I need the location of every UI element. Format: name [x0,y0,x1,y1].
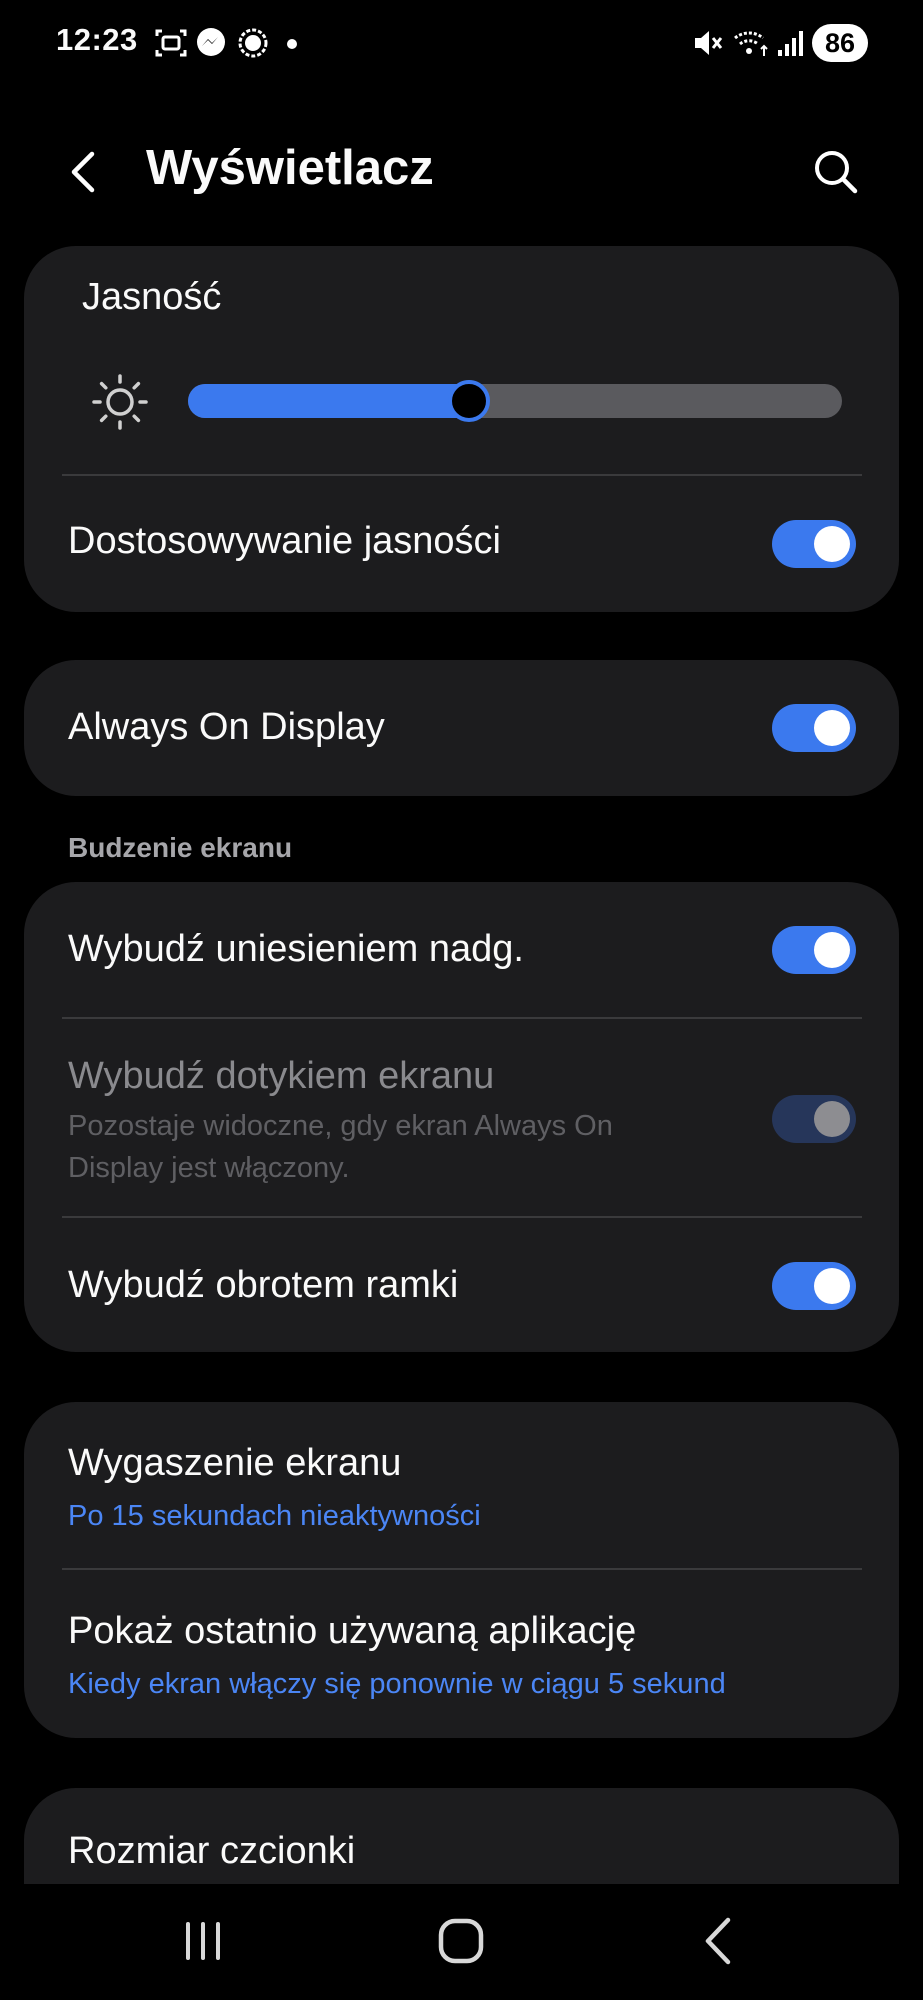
sun-icon [92,374,148,430]
wifi-icon [734,31,768,56]
screen-timeout-value: Po 15 sekundach nieaktywności [68,1500,481,1532]
screen-timeout-row[interactable]: Wygaszenie ekranu Po 15 sekundach nieakt… [24,1402,899,1568]
aod-row[interactable]: Always On Display [24,660,899,796]
bezel-wake-toggle[interactable] [772,1262,856,1310]
wake-card: Wybudź uniesieniem nadg. Wybudź dotykiem… [24,882,899,1352]
bezel-wake-row[interactable]: Wybudź obrotem ramki [24,1218,899,1352]
app-bar: Wyświetlacz [0,120,923,220]
toggle-knob [814,1268,850,1304]
brightness-slider-thumb[interactable] [448,380,490,422]
back-arrow-icon[interactable] [56,142,116,202]
status-bar: 12:23 86 [0,0,923,88]
bezel-wake-label: Wybudź obrotem ramki [68,1264,459,1306]
font-size-label: Rozmiar czcionki [68,1830,356,1872]
adaptive-brightness-toggle[interactable] [772,520,856,568]
aod-toggle[interactable] [772,704,856,752]
back-nav-icon[interactable] [684,1906,754,1976]
search-icon[interactable] [806,142,866,202]
toggle-knob [814,710,850,746]
brightness-card: Jasność Dostosowywanie jasności [24,246,899,612]
brightness-slider-fill [188,384,469,418]
recent-app-row[interactable]: Pokaż ostatnio używaną aplikację Kiedy e… [24,1570,899,1738]
divider [62,474,862,476]
tap-wake-label: Wybudź dotykiem ekranu [68,1055,495,1097]
brightness-slider[interactable] [188,380,842,422]
tap-wake-row: Wybudź dotykiem ekranu Pozostaje widoczn… [24,1019,899,1217]
toggle-knob [814,526,850,562]
cell-signal-icon [778,31,803,56]
recents-icon[interactable] [168,1906,238,1976]
aod-card: Always On Display [24,660,899,796]
messenger-icon [197,28,225,56]
navigation-bar [0,1884,923,2000]
screenshot-icon [155,29,187,57]
adaptive-brightness-label: Dostosowywanie jasności [68,520,501,562]
recent-app-label: Pokaż ostatnio używaną aplikację [68,1610,637,1652]
page-title: Wyświetlacz [146,141,434,195]
toggle-knob [814,1101,850,1137]
lift-wake-row[interactable]: Wybudź uniesieniem nadg. [24,882,899,1018]
toggle-knob [814,932,850,968]
tap-wake-toggle [772,1095,856,1143]
status-time: 12:23 [56,22,138,57]
lift-wake-toggle[interactable] [772,926,856,974]
signal-app-icon [238,28,268,58]
dot-icon [287,39,297,49]
section-label-wake: Budzenie ekranu [68,832,293,863]
mute-icon [695,31,723,55]
lift-wake-label: Wybudź uniesieniem nadg. [68,928,524,970]
adaptive-brightness-row[interactable]: Dostosowywanie jasności [24,478,899,612]
recent-app-value: Kiedy ekran włączy się ponownie w ciągu … [68,1668,726,1700]
timeout-card: Wygaszenie ekranu Po 15 sekundach nieakt… [24,1402,899,1738]
font-size-row[interactable]: Rozmiar czcionki [24,1788,899,1884]
font-card: Rozmiar czcionki [24,1788,899,1884]
screen-timeout-label: Wygaszenie ekranu [68,1442,402,1484]
aod-label: Always On Display [68,706,385,748]
tap-wake-description: Pozostaje widoczne, gdy ekran Always On … [68,1110,613,1184]
battery-indicator: 86 [812,24,868,62]
brightness-label: Jasność [82,276,222,318]
home-icon[interactable] [426,1906,496,1976]
